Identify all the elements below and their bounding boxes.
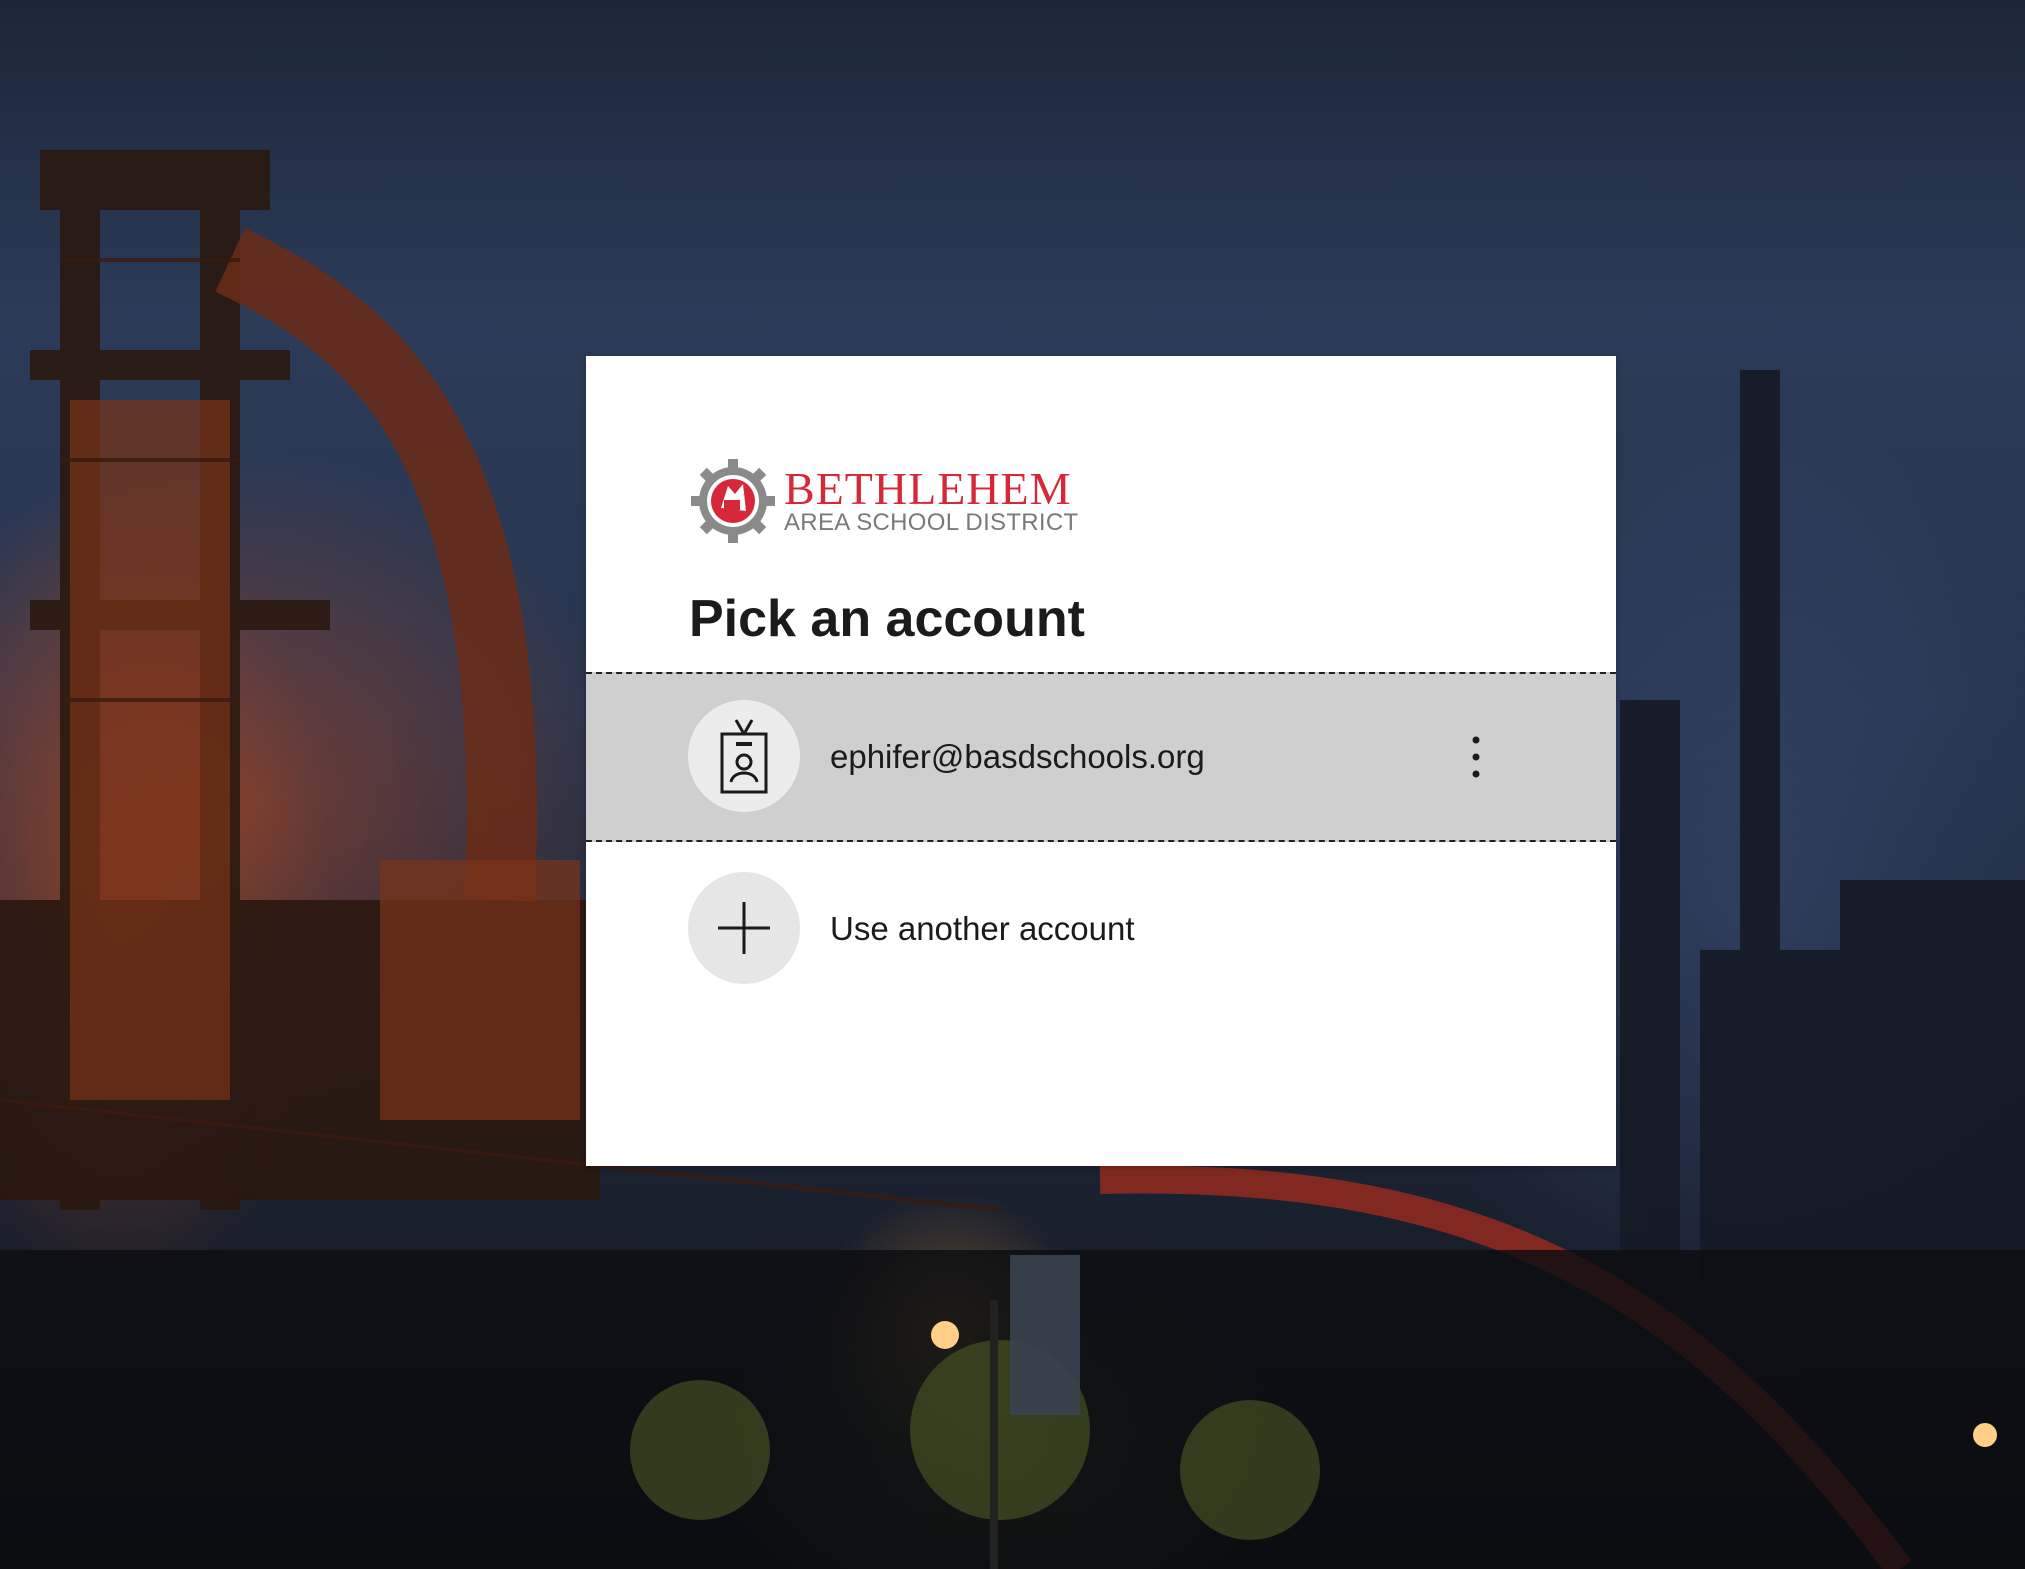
plus-icon	[718, 902, 770, 954]
more-options-button[interactable]	[1446, 722, 1506, 792]
brand-subtitle: AREA SCHOOL DISTRICT	[784, 509, 1079, 536]
account-picker-dialog: BETHLEHEM AREA SCHOOL DISTRICT Pick an a…	[586, 356, 1616, 1166]
add-account-circle	[688, 872, 800, 984]
gear-logo-icon	[691, 459, 775, 543]
account-email: ephifer@basdschools.org	[830, 738, 1205, 775]
use-another-account-label: Use another account	[830, 910, 1135, 947]
use-another-account-tile[interactable]: Use another account	[586, 842, 1616, 1012]
school-district-logo: BETHLEHEM AREA SCHOOL DISTRICT	[688, 456, 1079, 546]
brand-name: BETHLEHEM	[784, 463, 1072, 514]
page-title: Pick an account	[689, 590, 1085, 648]
account-avatar	[688, 700, 800, 812]
work-badge-icon	[720, 719, 768, 794]
account-tile[interactable]: ephifer@basdschools.org	[586, 672, 1616, 842]
more-options-icon	[1472, 736, 1480, 778]
